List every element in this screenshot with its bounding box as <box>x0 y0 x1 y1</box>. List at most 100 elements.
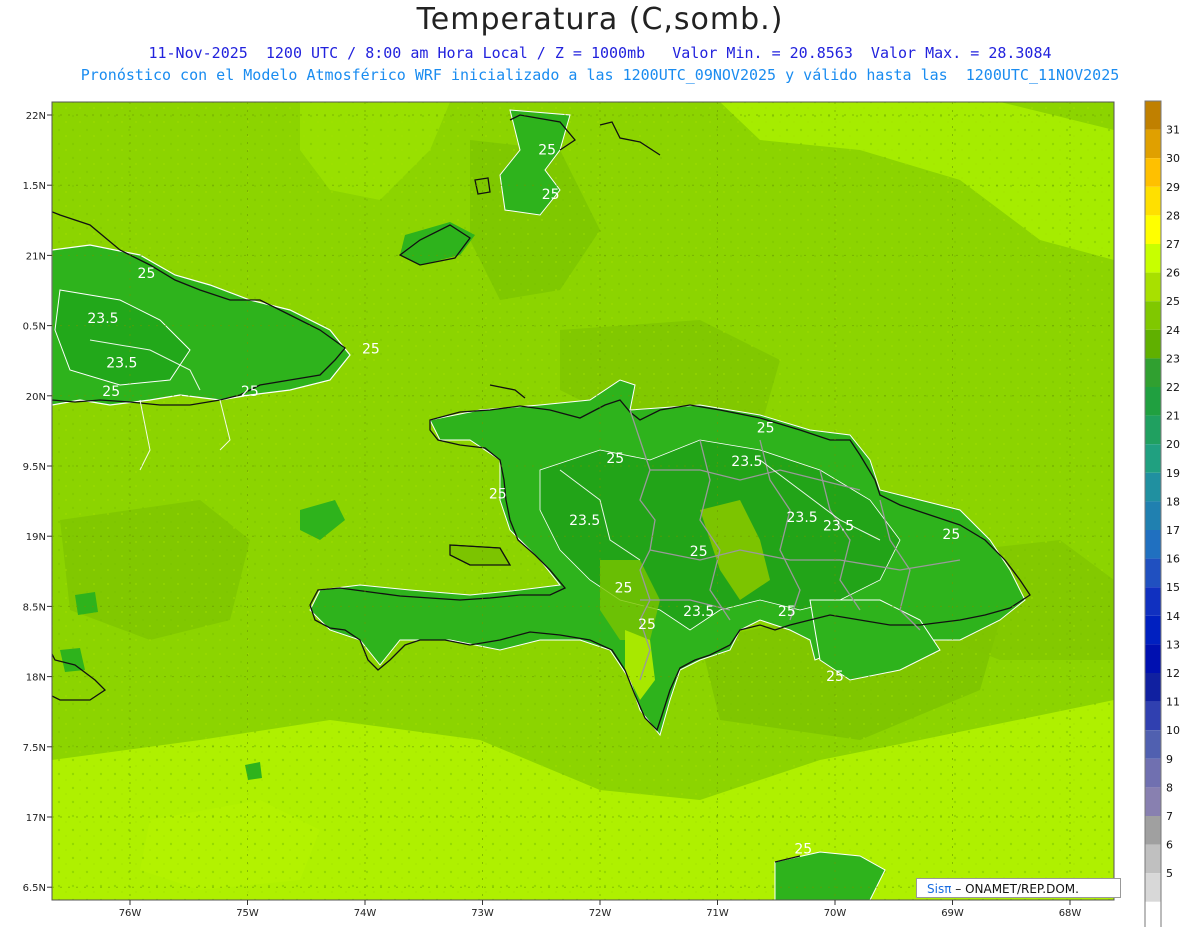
colorbar-segment <box>1145 558 1161 588</box>
credit-brand: Sisπ <box>927 882 952 896</box>
lat-tick-label: 6.5N <box>23 883 46 894</box>
colorbar-segment <box>1145 816 1161 845</box>
contour-label: 23.5 <box>106 356 137 372</box>
colorbar-segment <box>1145 587 1161 616</box>
colorbar-label: 23 <box>1166 352 1180 365</box>
colorbar-segment <box>1145 186 1161 216</box>
colorbar-segment <box>1145 358 1161 387</box>
colorbar-segment <box>1145 787 1161 816</box>
colorbar-segment <box>1145 615 1161 645</box>
colorbar-label: 6 <box>1166 839 1173 852</box>
lat-tick-label: 19N <box>26 532 46 543</box>
colorbar-segment <box>1145 329 1161 359</box>
colorbar-segment <box>1145 730 1161 759</box>
colorbar-label: 21 <box>1166 410 1180 423</box>
credit-text: – ONAMET/REP.DOM. <box>951 882 1079 896</box>
contour-label: 25 <box>757 420 775 436</box>
colorbar-segment <box>1145 901 1161 927</box>
colorbar-label: 22 <box>1166 381 1180 394</box>
latitude-axis: 22N 1.5N 21N 0.5N 20N 9.5N 19N 8.5N 18N 7.5N 17N 6.… <box>23 111 52 894</box>
colorbar-label: 31 <box>1166 124 1180 137</box>
lat-tick-label: 21N <box>26 251 46 262</box>
temperature-map: 25 25 25 25 23.5 23.5 25 25 25 25 23.5 25 23.5 23.5 23… <box>23 100 1180 927</box>
lat-tick-label: 8.5N <box>23 602 46 613</box>
lon-tick-label: 70W <box>824 908 847 919</box>
lon-tick-label: 69W <box>941 908 964 919</box>
colorbar-segment <box>1145 501 1161 530</box>
contour-label: 25 <box>794 842 812 858</box>
contour-label: 25 <box>606 451 624 467</box>
contour-label: 23.5 <box>683 604 714 620</box>
colorbar-label: 12 <box>1166 667 1180 680</box>
contour-label: 25 <box>690 544 708 560</box>
colorbar-segment <box>1145 301 1161 330</box>
lat-tick-label: 22N <box>26 111 46 122</box>
contour-label: 25 <box>542 187 560 203</box>
colorbar-label: 7 <box>1166 810 1173 823</box>
colorbar-segment <box>1145 644 1161 673</box>
colorbar-segment <box>1145 758 1161 788</box>
colorbar-segment <box>1145 215 1161 244</box>
contour-label: 23.5 <box>87 311 118 327</box>
lat-tick-label: 7.5N <box>23 743 46 754</box>
lat-tick-label: 9.5N <box>23 462 46 473</box>
colorbar-label: 27 <box>1166 238 1180 251</box>
longitude-axis: 76W 75W 74W 73W 72W 71W 70W 69W 68W <box>119 900 1082 919</box>
colorbar-label: 11 <box>1166 696 1180 709</box>
contour-label: 25 <box>638 617 656 633</box>
lat-tick-label: 0.5N <box>23 322 46 333</box>
colorbar-label: 15 <box>1166 581 1180 594</box>
contour-label: 23.5 <box>823 519 854 535</box>
contour-label: 25 <box>615 580 633 596</box>
contour-label: 23.5 <box>569 513 600 529</box>
colorbar-label: 30 <box>1166 152 1180 165</box>
contour-label: 25 <box>826 669 844 685</box>
lon-tick-label: 75W <box>236 908 259 919</box>
colorbar-label: 26 <box>1166 267 1180 280</box>
contour-label: 25 <box>138 266 156 282</box>
colorbar-segment <box>1145 701 1161 731</box>
colorbar-label: 17 <box>1166 524 1180 537</box>
credit-box: Sisπ – ONAMET/REP.DOM. <box>916 878 1121 898</box>
lon-tick-label: 71W <box>706 908 729 919</box>
contour-label: 25 <box>489 486 507 502</box>
colorbar-label: 19 <box>1166 467 1180 480</box>
contour-label: 23.5 <box>787 510 818 526</box>
temperature-field <box>52 102 1114 900</box>
colorbar-segment <box>1145 158 1161 187</box>
colorbar-label: 10 <box>1166 724 1180 737</box>
colorbar-label: 8 <box>1166 781 1173 794</box>
lat-tick-label: 20N <box>26 392 46 403</box>
lon-tick-label: 72W <box>589 908 612 919</box>
colorbar-label: 5 <box>1166 867 1173 880</box>
colorbar-segment <box>1145 101 1161 130</box>
contour-label: 25 <box>538 142 556 158</box>
lat-tick-label: 1.5N <box>23 181 46 192</box>
lon-tick-label: 68W <box>1059 908 1082 919</box>
colorbar-label: 25 <box>1166 295 1180 308</box>
lon-tick-label: 76W <box>119 908 142 919</box>
colorbar-label: 16 <box>1166 553 1180 566</box>
colorbar-segment <box>1145 415 1161 445</box>
colorbar-label: 24 <box>1166 324 1180 337</box>
colorbar-label: 20 <box>1166 438 1180 451</box>
colorbar-segment <box>1145 472 1161 502</box>
colorbar-segment <box>1145 844 1161 874</box>
contour-label: 25 <box>942 527 960 543</box>
colorbar-segment <box>1145 129 1161 159</box>
colorbar-label: 18 <box>1166 495 1180 508</box>
lat-tick-label: 17N <box>26 813 46 824</box>
colorbar-label: 13 <box>1166 638 1180 651</box>
lon-tick-label: 73W <box>471 908 494 919</box>
contour-label: 25 <box>241 384 259 400</box>
lat-tick-label: 18N <box>26 673 46 684</box>
colorbar-segment <box>1145 387 1161 416</box>
contour-label: 25 <box>778 604 796 620</box>
colorbar-segment <box>1145 444 1161 473</box>
colorbar-segment <box>1145 530 1161 559</box>
contour-label: 23.5 <box>731 454 762 470</box>
colorbar-segment <box>1145 272 1161 302</box>
colorbar-label: 9 <box>1166 753 1173 766</box>
colorbar-label: 29 <box>1166 181 1180 194</box>
colorbar-label: 14 <box>1166 610 1180 623</box>
